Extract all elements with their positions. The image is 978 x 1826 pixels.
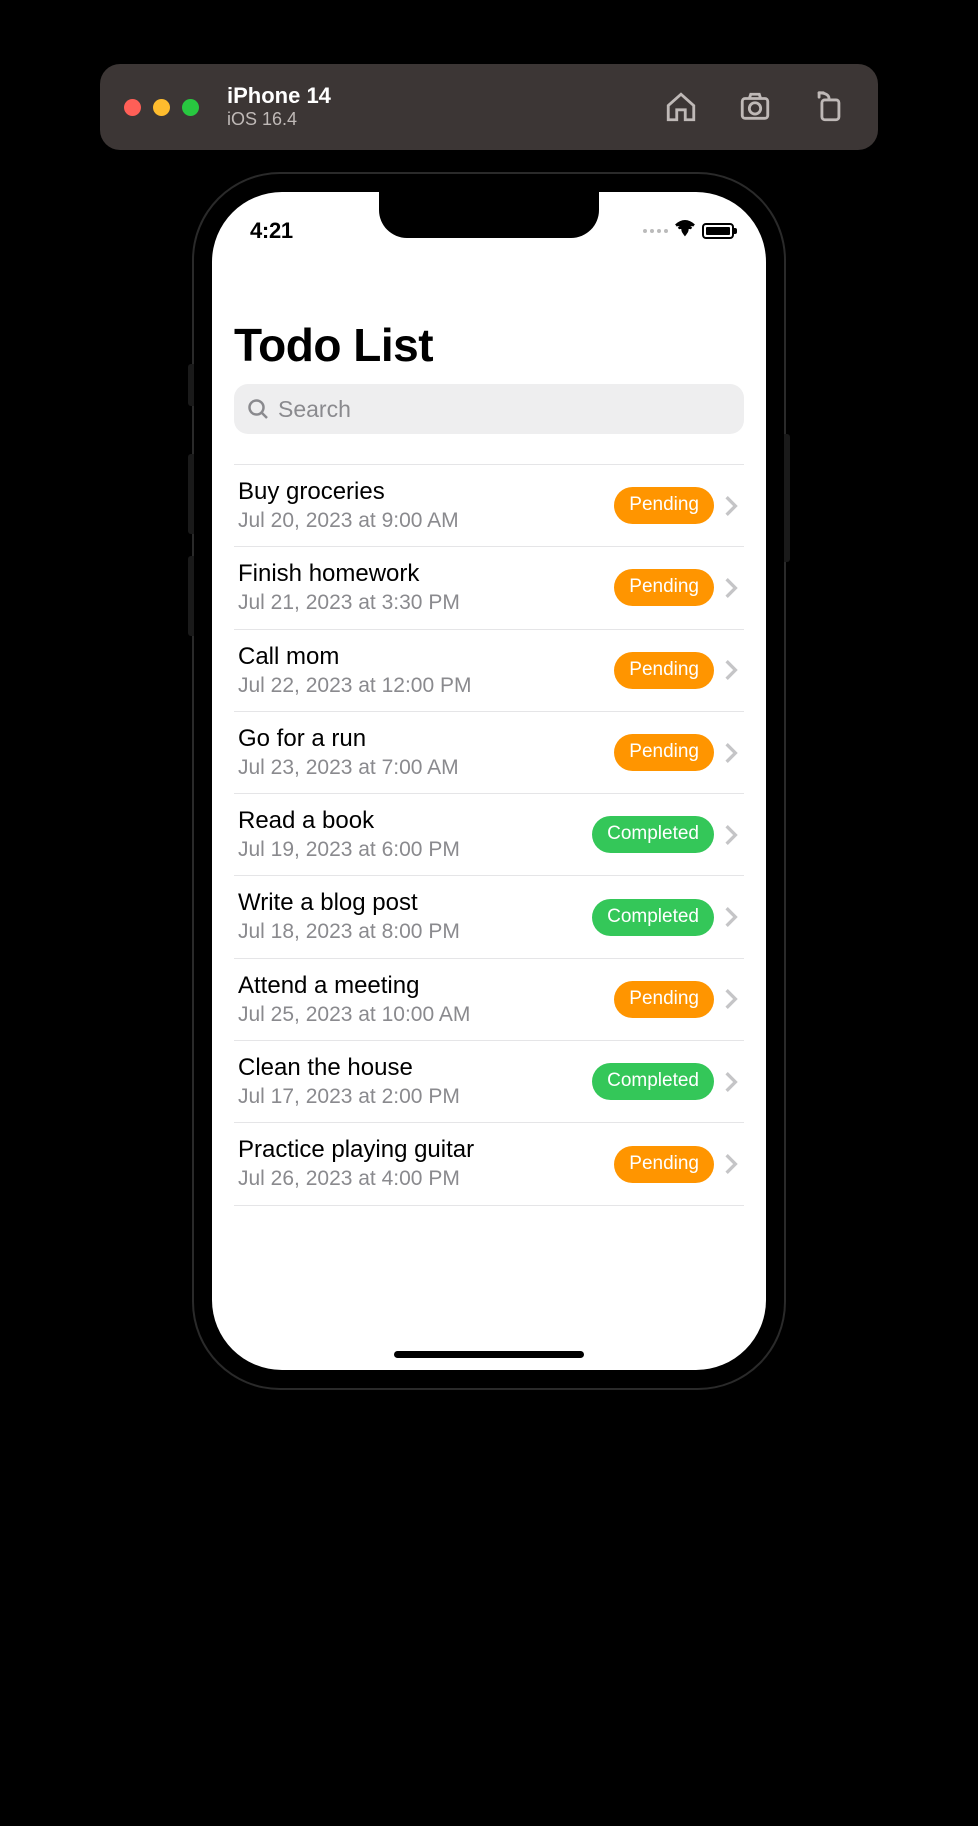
status-badge: Completed [592,899,714,936]
status-badge: Pending [614,981,714,1018]
simulator-title-block: iPhone 14 iOS 16.4 [227,83,331,131]
chevron-right-icon [724,495,738,517]
screenshot-icon[interactable] [738,90,772,124]
list-item[interactable]: Write a blog postJul 18, 2023 at 8:00 PM… [234,876,744,958]
silence-switch[interactable] [188,364,194,406]
chevron-right-icon [724,577,738,599]
list-item-text: Read a bookJul 19, 2023 at 6:00 PM [238,806,582,863]
list-item-text: Buy groceriesJul 20, 2023 at 9:00 AM [238,477,604,534]
search-input[interactable]: Search [234,384,744,434]
status-badge: Pending [614,734,714,771]
list-item-title: Finish homework [238,559,604,589]
battery-icon [702,223,734,239]
power-button[interactable] [784,434,790,562]
wifi-icon [674,218,696,245]
list-item[interactable]: Buy groceriesJul 20, 2023 at 9:00 AM Pend… [234,465,744,547]
list-item-date: Jul 26, 2023 at 4:00 PM [238,1165,604,1192]
list-item-date: Jul 19, 2023 at 6:00 PM [238,836,582,863]
list-item[interactable]: Call momJul 22, 2023 at 12:00 PM Pending [234,630,744,712]
list-item-date: Jul 21, 2023 at 3:30 PM [238,589,604,616]
list-item-title: Read a book [238,806,582,836]
search-icon [246,397,270,421]
todo-list: Buy groceriesJul 20, 2023 at 9:00 AM Pend… [234,464,744,1206]
status-badge: Completed [592,1063,714,1100]
status-badge: Pending [614,1146,714,1183]
list-item-text: Finish homeworkJul 21, 2023 at 3:30 PM [238,559,604,616]
chevron-right-icon [724,659,738,681]
list-item[interactable]: Finish homeworkJul 21, 2023 at 3:30 PM Pe… [234,547,744,629]
cellular-icon [643,229,668,233]
chevron-right-icon [724,1071,738,1093]
list-item-date: Jul 18, 2023 at 8:00 PM [238,918,582,945]
screen: 4:21 Todo List Search [212,192,766,1370]
status-badge: Pending [614,569,714,606]
simulator-actions [664,90,846,124]
chevron-right-icon [724,906,738,928]
volume-up-button[interactable] [188,454,194,534]
rotate-icon[interactable] [812,90,846,124]
minimize-window-button[interactable] [153,99,170,116]
simulator-os-version: iOS 16.4 [227,109,331,131]
simulator-device-name: iPhone 14 [227,83,331,109]
list-item-title: Practice playing guitar [238,1135,604,1165]
status-badge: Pending [614,487,714,524]
list-item-title: Clean the house [238,1053,582,1083]
list-item[interactable]: Attend a meetingJul 25, 2023 at 10:00 AM… [234,959,744,1041]
list-item-date: Jul 17, 2023 at 2:00 PM [238,1083,582,1110]
list-item-text: Call momJul 22, 2023 at 12:00 PM [238,642,604,699]
list-item-title: Attend a meeting [238,971,604,1001]
home-icon[interactable] [664,90,698,124]
list-item-date: Jul 20, 2023 at 9:00 AM [238,507,604,534]
iphone-frame: 4:21 Todo List Search [194,174,784,1388]
close-window-button[interactable] [124,99,141,116]
home-indicator[interactable] [394,1351,584,1358]
list-item[interactable]: Practice playing guitarJul 26, 2023 at 4… [234,1123,744,1205]
notch [379,192,599,238]
list-item[interactable]: Read a bookJul 19, 2023 at 6:00 PM Comple… [234,794,744,876]
content: Todo List Search Buy groceriesJul 20, 20… [212,258,766,1206]
status-indicators [643,218,736,245]
chevron-right-icon [724,824,738,846]
chevron-right-icon [724,1153,738,1175]
list-item[interactable]: Go for a runJul 23, 2023 at 7:00 AM Pendi… [234,712,744,794]
list-item-date: Jul 22, 2023 at 12:00 PM [238,672,604,699]
simulator-toolbar: iPhone 14 iOS 16.4 [100,64,878,150]
list-item-title: Call mom [238,642,604,672]
list-item-text: Write a blog postJul 18, 2023 at 8:00 PM [238,888,582,945]
list-item-title: Buy groceries [238,477,604,507]
list-item-text: Practice playing guitarJul 26, 2023 at 4… [238,1135,604,1192]
status-badge: Completed [592,816,714,853]
status-badge: Pending [614,652,714,689]
status-time: 4:21 [242,218,293,244]
list-item-text: Go for a runJul 23, 2023 at 7:00 AM [238,724,604,781]
search-placeholder: Search [278,396,351,423]
chevron-right-icon [724,742,738,764]
window-controls [124,99,199,116]
list-item-title: Go for a run [238,724,604,754]
page-title: Todo List [234,318,744,372]
volume-down-button[interactable] [188,556,194,636]
list-item-text: Attend a meetingJul 25, 2023 at 10:00 AM [238,971,604,1028]
list-item-title: Write a blog post [238,888,582,918]
chevron-right-icon [724,988,738,1010]
list-item-text: Clean the houseJul 17, 2023 at 2:00 PM [238,1053,582,1110]
list-item-date: Jul 25, 2023 at 10:00 AM [238,1001,604,1028]
list-item[interactable]: Clean the houseJul 17, 2023 at 2:00 PM Co… [234,1041,744,1123]
zoom-window-button[interactable] [182,99,199,116]
list-item-date: Jul 23, 2023 at 7:00 AM [238,754,604,781]
